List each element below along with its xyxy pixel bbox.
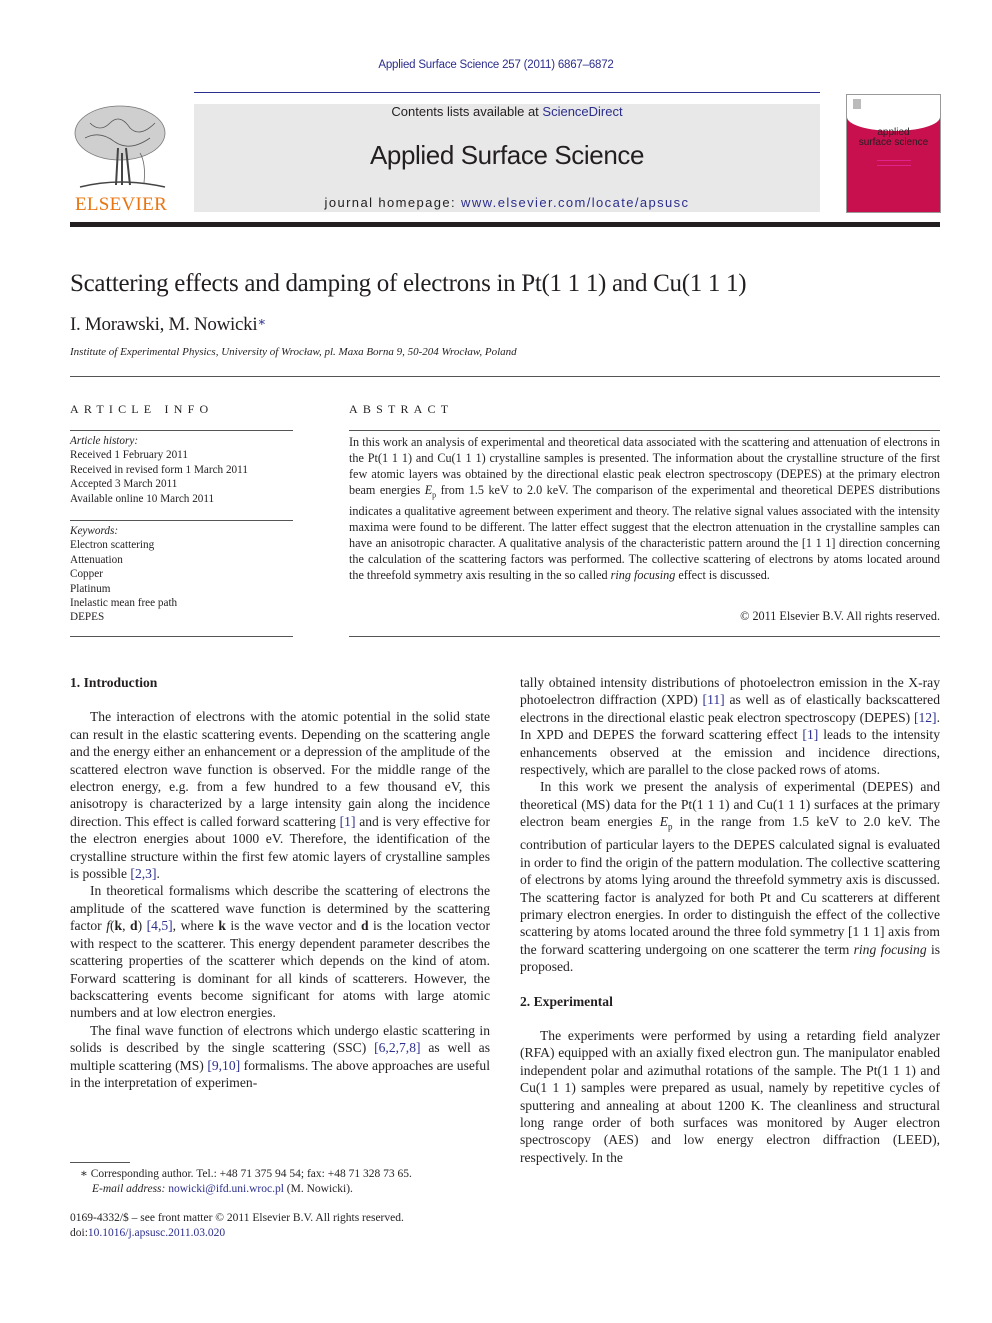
reference-link[interactable]: [11] (703, 692, 725, 707)
journal-title: Applied Surface Science (369, 140, 645, 170)
history-item: Available online 10 March 2011 (70, 492, 215, 505)
keywords-list: Keywords: Electron scattering Attenuatio… (70, 524, 293, 625)
abstract-copyright: © 2011 Elsevier B.V. All rights reserved… (740, 609, 940, 623)
journal-banner: Contents lists available at ScienceDirec… (194, 104, 820, 212)
affiliation: Institute of Experimental Physics, Unive… (70, 346, 517, 358)
header-rule (194, 92, 820, 93)
reference-link[interactable]: [12] (914, 710, 937, 725)
section-heading-experimental: 2. Experimental (520, 993, 613, 1009)
journal-cover-thumbnail[interactable]: applied surface science (846, 94, 941, 213)
citation-text[interactable]: Applied Surface Science 257 (2011) 6867–… (378, 59, 613, 71)
front-matter: 0169-4332/$ – see front matter © 2011 El… (70, 1211, 490, 1240)
math-k: k (218, 918, 226, 934)
abstract-text: In this work an analysis of experimental… (349, 434, 940, 583)
history-item: Received 1 February 2011 (70, 449, 188, 462)
header-thick-rule (70, 222, 940, 227)
math-k: k (114, 918, 123, 934)
history-item: Received in revised form 1 March 2011 (70, 463, 248, 476)
history-label: Article history: (70, 435, 139, 447)
title-divider (70, 376, 940, 377)
article-info-rule (70, 430, 293, 431)
authors-text: I. Morawski, M. Nowicki (70, 314, 258, 335)
homepage-link[interactable]: www.elsevier.com/locate/apsusc (461, 195, 689, 210)
text: , (122, 918, 131, 934)
corresponding-author-mark[interactable]: ∗ (257, 314, 266, 329)
history-item: Accepted 3 March 2011 (70, 478, 178, 491)
homepage-line: journal homepage: www.elsevier.com/locat… (194, 195, 820, 210)
paragraph: The experiments were performed by using … (520, 1028, 940, 1165)
article-title: Scattering effects and damping of electr… (70, 270, 747, 297)
email-line: E-mail address: nowicki@ifd.uni.wroc.pl … (80, 1182, 500, 1197)
email-suffix: (M. Nowicki). (283, 1182, 353, 1195)
cover-logo-icon (853, 99, 861, 109)
corresponding-author-note: ∗ Corresponding author. Tel.: +48 71 375… (80, 1168, 412, 1180)
article-info-bottom-rule (70, 636, 293, 637)
contents-line: Contents lists available at ScienceDirec… (194, 104, 820, 119)
text: , where (172, 918, 219, 934)
math-d: d (360, 918, 369, 934)
doi-line: doi:10.1016/j.apsusc.2011.03.020 (70, 1226, 490, 1241)
sciencedirect-link[interactable]: ScienceDirect (542, 104, 622, 119)
keyword: Platinum (70, 582, 111, 595)
text: The interaction of electrons with the at… (70, 709, 490, 829)
journal-citation-link[interactable]: Applied Surface Science 257 (2011) 6867–… (0, 59, 992, 71)
keywords-label: Keywords: (70, 525, 119, 537)
keyword: Copper (70, 568, 103, 581)
italic-term: ring focusing (853, 941, 927, 957)
footnote-rule (70, 1162, 130, 1163)
publisher-wordmark: ELSEVIER (74, 194, 168, 215)
article-history: Article history: Received 1 February 201… (70, 434, 293, 506)
paragraph: The final wave function of electrons whi… (70, 1022, 490, 1092)
text: ) (137, 918, 147, 934)
abstract-part: effect is discussed. (675, 568, 770, 583)
abstract-italic-term: ring focusing (610, 568, 676, 583)
abstract-bottom-rule (349, 636, 940, 637)
keyword: DEPES (70, 611, 105, 624)
doi-link[interactable]: 10.1016/j.apsusc.2011.03.020 (88, 1227, 225, 1239)
keyword: Attenuation (70, 553, 123, 566)
author-list: I. Morawski, M. Nowicki∗ (70, 314, 266, 336)
abstract-heading: ABSTRACT (349, 402, 454, 416)
left-column: 1. Introduction The interaction of elect… (70, 674, 490, 1091)
email-link[interactable]: nowicki@ifd.uni.wroc.pl (168, 1183, 284, 1195)
text: is the location vector with respect to t… (70, 918, 490, 1021)
text: in the range from 1.5 keV to 2.0 keV. Th… (520, 814, 940, 957)
keyword: Electron scattering (70, 539, 155, 552)
reference-link[interactable]: [9,10] (207, 1058, 240, 1073)
paragraph: The interaction of electrons with the at… (70, 709, 491, 882)
footnote: ∗ Corresponding author. Tel.: +48 71 375… (80, 1167, 500, 1196)
paragraph: tally obtained intensity distributions o… (520, 674, 940, 778)
text: is the wave vector and (225, 918, 361, 934)
article-info-heading: ARTICLE INFO (70, 402, 214, 416)
reference-link[interactable]: [2,3] (130, 866, 156, 881)
doi-prefix: doi: (70, 1226, 88, 1239)
contents-prefix: Contents lists available at (391, 104, 543, 119)
homepage-prefix: journal homepage: (324, 195, 462, 210)
cover-title-line2: surface science (858, 137, 929, 148)
reference-link[interactable]: [1] (340, 814, 356, 829)
abstract-rule (349, 430, 940, 431)
email-label: E-mail address: (92, 1182, 169, 1195)
section-heading-introduction: 1. Introduction (70, 675, 158, 690)
math-d: d (130, 918, 138, 934)
keyword: Inelastic mean free path (70, 597, 178, 610)
reference-link[interactable]: [1] (802, 727, 818, 742)
ep-symbol: E (659, 814, 669, 830)
reference-link[interactable]: [4,5] (147, 918, 173, 933)
right-column: tally obtained intensity distributions o… (520, 674, 940, 1166)
paragraph: In this work we present the analysis of … (520, 778, 940, 975)
issn-line: 0169-4332/$ – see front matter © 2011 El… (70, 1212, 404, 1224)
reference-link[interactable]: [6,2,7,8] (374, 1040, 420, 1055)
keywords-rule (70, 520, 293, 521)
cover-fine-print (877, 160, 911, 166)
paragraph: In theoretical formalisms which describe… (70, 882, 490, 1021)
tree-icon (74, 105, 166, 188)
